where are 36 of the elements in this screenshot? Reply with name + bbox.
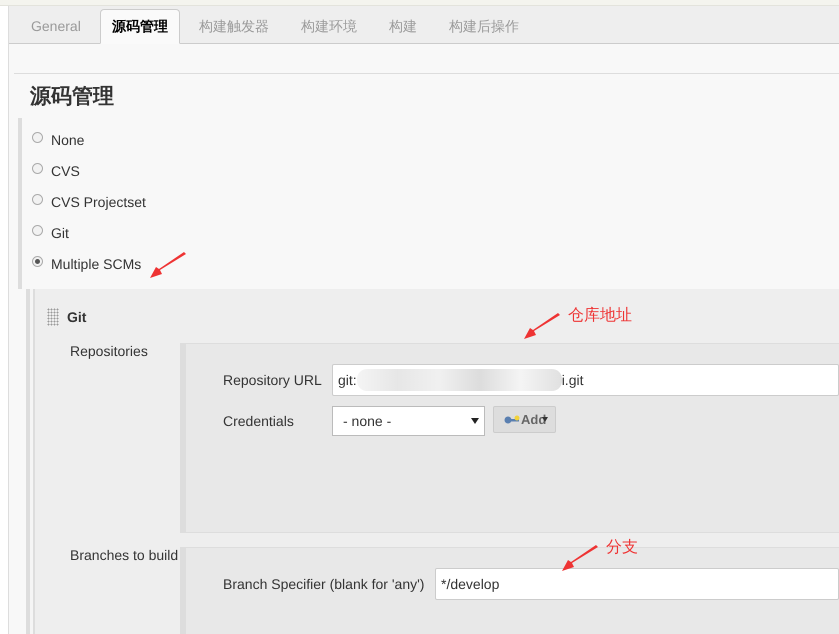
tab[interactable]: 构建后操作 [436, 13, 532, 43]
dropdown[interactable]: - none - [332, 406, 485, 436]
radio-label: Multiple SCMs [51, 256, 142, 272]
radio-button[interactable] [32, 256, 43, 267]
field-label: Repositories [69, 343, 149, 361]
field-label: Credentials [223, 413, 295, 429]
tab[interactable]: 源码管理 [100, 9, 180, 44]
field-label: Branches to build [69, 547, 180, 565]
input-text: git: [338, 372, 357, 388]
annotation-text: 仓库地址 [568, 306, 632, 326]
radio-button[interactable] [32, 225, 43, 236]
annotation-text: 分支 [606, 538, 638, 558]
field-label: Repository URL [223, 372, 323, 388]
radio-button[interactable] [32, 194, 43, 205]
input-field[interactable]: git: i.git [332, 364, 839, 396]
radio-button[interactable] [32, 163, 43, 174]
arrow [148, 252, 188, 280]
radio-button[interactable] [32, 132, 43, 143]
radio-label: Git [51, 224, 69, 240]
drag-handle-icon[interactable] [47, 308, 59, 326]
field-label: Branch Specifier (blank for 'any') [223, 576, 426, 592]
tab[interactable]: General [18, 13, 94, 43]
tab[interactable]: 构建 [376, 13, 430, 43]
key-icon [504, 414, 520, 424]
git-title: Git [67, 309, 86, 325]
radio-label: None [51, 132, 84, 148]
arrow [560, 545, 600, 573]
tab[interactable]: 构建触发器 [186, 13, 282, 43]
input-field[interactable]: */develop [435, 568, 839, 600]
caret-icon [471, 418, 479, 424]
input-text: i.git [562, 372, 584, 388]
radio-label: CVS [51, 162, 80, 178]
section-title: 源码管理 [28, 84, 115, 110]
radio-label: CVS Projectset [51, 194, 146, 210]
tab[interactable]: 构建环境 [288, 13, 370, 43]
arrow [522, 313, 562, 341]
